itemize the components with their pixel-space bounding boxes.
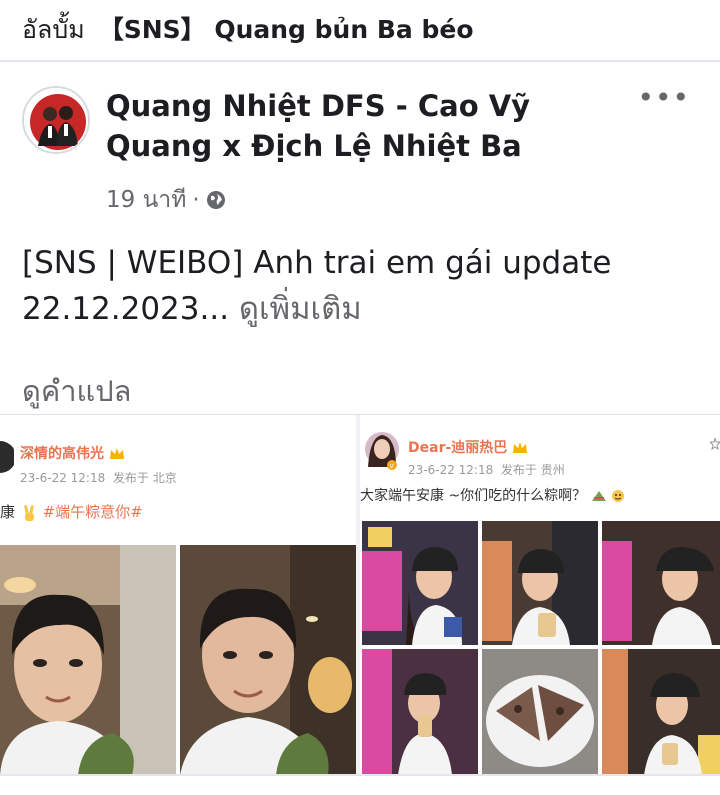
weibo-username-right: Dear-迪丽热巴 — [408, 437, 528, 457]
more-options-icon[interactable]: ••• — [637, 84, 690, 112]
weibo-hashtag[interactable]: #端午粽意你# — [43, 503, 143, 521]
globe-icon — [206, 191, 225, 209]
album-name[interactable]: 【SNS】 Quang bủn Ba béo — [99, 15, 474, 44]
meta-separator: · — [192, 187, 200, 213]
weibo-avatar-right: v — [365, 432, 399, 470]
grid-photo-2-image — [482, 521, 598, 645]
grid-photo-1[interactable] — [362, 521, 478, 645]
grid-photo-1-image — [362, 521, 478, 645]
avatar-image — [24, 88, 88, 152]
weibo-screenshot-right[interactable]: v Dear-迪丽热巴 23-6-22 12:18 发布于 贵州 大家端午安康 … — [360, 415, 720, 774]
selfie-photo-2-image — [180, 545, 356, 774]
selfie-photo-1-image — [0, 545, 176, 774]
grid-photo-3[interactable] — [602, 521, 720, 645]
post-media[interactable]: 深情的高伟光 23-6-22 12:18 发布于 北京 康 #端午粽意你# v … — [0, 414, 720, 774]
selfie-photo-1[interactable] — [0, 545, 176, 774]
post-header: Quang Nhiệt DFS - Cao Vỹ Quang x Địch Lệ… — [0, 66, 720, 216]
star-icon[interactable] — [710, 437, 720, 451]
grid-photo-6-image — [602, 649, 720, 774]
weibo-text-right: 大家端午安康 ~你们吃的什么粽啊？ — [360, 485, 625, 505]
weibo-time-left: 23-6-22 12:18 发布于 北京 — [20, 471, 177, 485]
weibo-text-left: 康 #端午粽意你# — [0, 503, 143, 521]
crown-icon — [109, 448, 124, 459]
zongzi-emoji-icon — [591, 491, 606, 501]
victory-hand-icon — [24, 504, 34, 521]
grid-photo-2[interactable] — [482, 521, 598, 645]
smile-emoji-icon — [612, 490, 625, 502]
crown-icon — [513, 442, 528, 453]
avatar[interactable] — [22, 86, 90, 154]
weibo-username-left: 深情的高伟光 — [20, 443, 125, 463]
weibo-avatar-left — [0, 441, 14, 473]
grid-photo-4-image — [362, 649, 478, 774]
post-body: [SNS | WEIBO] Anh trai em gái update 22.… — [22, 240, 702, 332]
see-translation-link[interactable]: ดูคำแปล — [22, 368, 131, 414]
album-crumb[interactable]: อัลบั้ม — [22, 15, 85, 44]
weibo-screenshot-left[interactable]: 深情的高伟光 23-6-22 12:18 发布于 北京 康 #端午粽意你# — [0, 415, 356, 774]
selfie-photo-2[interactable] — [180, 545, 356, 774]
post-timestamp[interactable]: 19 นาที — [106, 182, 186, 218]
weibo-time-right: 23-6-22 12:18 发布于 贵州 — [408, 463, 565, 477]
see-more-link[interactable]: ดูเพิ่มเติม — [239, 291, 362, 327]
grid-photo-6[interactable] — [602, 649, 720, 774]
post-meta: 19 นาที · — [106, 182, 226, 218]
grid-photo-3-image — [602, 521, 720, 645]
post-author-name[interactable]: Quang Nhiệt DFS - Cao Vỹ Quang x Địch Lệ… — [106, 86, 626, 166]
grid-photo-4[interactable] — [362, 649, 478, 774]
post-footer-divider — [0, 774, 720, 795]
album-title: อัลบั้ม 【SNS】 Quang bủn Ba béo — [22, 10, 474, 50]
grid-photo-5-image — [482, 649, 598, 774]
svg-text:v: v — [390, 462, 394, 470]
album-header: อัลบั้ม 【SNS】 Quang bủn Ba béo — [0, 0, 720, 62]
grid-photo-5[interactable] — [482, 649, 598, 774]
